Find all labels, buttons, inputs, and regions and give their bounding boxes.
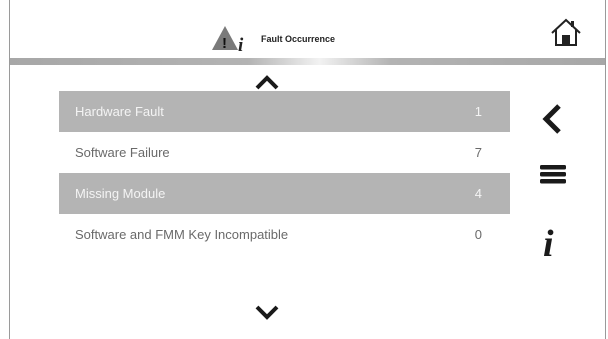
list-item[interactable]: Missing Module 4	[59, 173, 510, 214]
fault-label: Hardware Fault	[75, 104, 164, 119]
svg-text:!: !	[222, 35, 227, 52]
fault-count: 7	[474, 145, 482, 160]
fault-label: Missing Module	[75, 186, 166, 201]
chevron-up-icon	[255, 75, 279, 90]
header-divider	[10, 58, 605, 65]
menu-button[interactable]	[533, 156, 573, 192]
chevron-left-icon	[542, 104, 561, 134]
svg-text:i: i	[543, 223, 554, 264]
list-item[interactable]: Hardware Fault 1	[59, 91, 510, 132]
info-button[interactable]: i	[535, 220, 571, 264]
back-button[interactable]	[535, 101, 571, 137]
info-icon: i	[543, 223, 554, 264]
page-title: Fault Occurrence	[261, 34, 336, 44]
scroll-down-button[interactable]	[254, 304, 280, 320]
home-button[interactable]	[550, 16, 582, 48]
fault-count: 1	[474, 104, 482, 119]
warning-info-icon: ! i	[211, 24, 255, 54]
home-icon	[551, 18, 581, 46]
menu-icon	[540, 165, 566, 184]
header: ! i Fault Occurrence	[10, 0, 605, 58]
chevron-down-icon	[255, 305, 279, 320]
fault-label: Software and FMM Key Incompatible	[75, 227, 289, 242]
scroll-up-button[interactable]	[254, 75, 280, 91]
fault-label: Software Failure	[75, 145, 170, 160]
fault-list: Hardware Fault 1 Software Failure 7 Miss…	[59, 91, 510, 255]
header-title-group: ! i Fault Occurrence	[211, 22, 335, 56]
fault-screen: ! i Fault Occurrence Hardware Fault 1 So…	[9, 0, 606, 339]
svg-text:i: i	[238, 35, 244, 54]
list-item[interactable]: Software Failure 7	[59, 132, 510, 173]
fault-count: 0	[474, 227, 482, 242]
list-item[interactable]: Software and FMM Key Incompatible 0	[59, 214, 510, 255]
fault-count: 4	[474, 186, 482, 201]
